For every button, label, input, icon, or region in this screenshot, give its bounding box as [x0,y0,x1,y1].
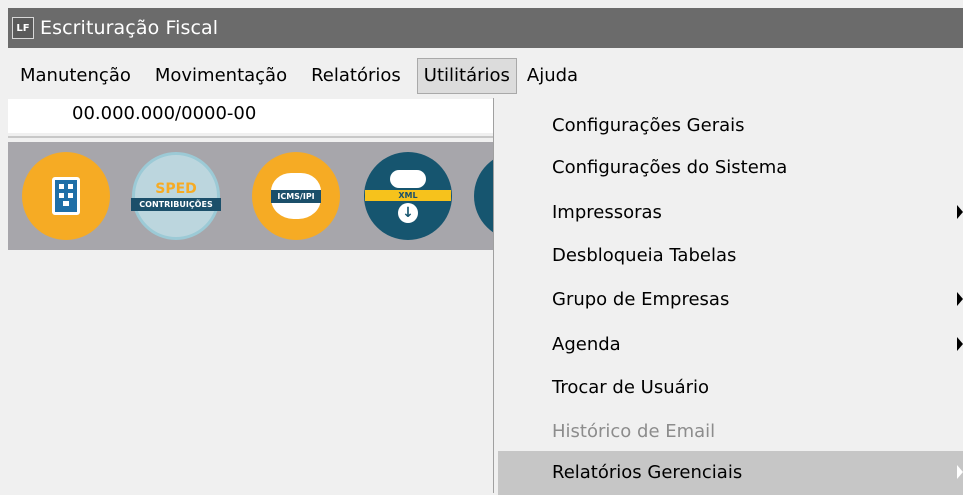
menu-item-configuracoes-sistema[interactable]: Configurações do Sistema [494,146,963,190]
menu-item-label: Relatórios Gerenciais [552,462,743,483]
submenu-arrow-icon [957,337,963,351]
menu-manutencao[interactable]: Manutenção [14,58,137,94]
utilitarios-dropdown: Configurações Gerais Configurações do Si… [493,98,963,495]
building-icon [52,177,80,215]
title-bar: LF Escrituração Fiscal [8,8,963,48]
sped-label: SPED [155,180,197,197]
menu-relatorios[interactable]: Relatórios [305,58,407,94]
contribuicoes-ribbon: CONTRIBUIÇÕES [130,197,222,211]
menu-item-agenda[interactable]: Agenda [494,323,963,367]
menu-item-impressoras[interactable]: Impressoras [494,191,963,235]
toolbar: SPED CONTRIBUIÇÕES ICMS/IPI XML ↓ [8,142,493,250]
menu-item-label: Configurações do Sistema [552,157,788,178]
cloud-icon [390,169,426,188]
xml-ribbon: XML [365,189,451,201]
menu-item-historico-email: Histórico de Email [494,410,963,454]
icms-ipi-icon: ICMS/IPI [271,173,321,219]
menu-item-label: Grupo de Empresas [552,289,730,310]
icms-ipi-button[interactable]: ICMS/IPI [252,152,340,240]
menu-item-label: Agenda [552,334,621,355]
submenu-arrow-icon [957,292,963,306]
menu-item-grupo-empresas[interactable]: Grupo de Empresas [494,278,963,322]
divider [8,136,493,138]
submenu-arrow-icon [957,465,963,479]
menu-utilitarios[interactable]: Utilitários [416,58,517,94]
menu-item-label: Trocar de Usuário [552,377,710,398]
download-arrow-icon: ↓ [398,202,418,223]
window-title: Escrituração Fiscal [40,17,219,39]
menu-ajuda[interactable]: Ajuda [521,58,584,94]
company-bar: 00.000.000/0000-00 [8,99,493,133]
menu-item-trocar-usuario[interactable]: Trocar de Usuário [494,366,963,410]
menu-item-label: Histórico de Email [552,421,716,442]
menu-item-label: Desbloqueia Tabelas [552,245,737,266]
company-button[interactable] [22,152,110,240]
menu-movimentacao[interactable]: Movimentação [149,58,293,94]
xml-download-button[interactable]: XML ↓ [364,152,452,240]
menu-bar: Manutenção Movimentação Relatórios Utili… [8,58,963,94]
submenu-arrow-icon [957,205,963,219]
icms-ipi-ribbon: ICMS/IPI [271,189,321,203]
menu-item-configuracoes-gerais[interactable]: Configurações Gerais [494,104,963,148]
app-logo-icon: LF [12,17,34,39]
menu-item-label: Configurações Gerais [552,115,745,136]
sped-contribuicoes-button[interactable]: SPED CONTRIBUIÇÕES [130,152,222,240]
menu-item-desbloqueia-tabelas[interactable]: Desbloqueia Tabelas [494,234,963,278]
partial-toolbar-button[interactable] [474,152,493,240]
company-cnpj: 00.000.000/0000-00 [72,103,257,124]
menu-item-relatorios-gerenciais[interactable]: Relatórios Gerenciais [498,451,963,495]
menu-item-label: Impressoras [552,202,662,223]
